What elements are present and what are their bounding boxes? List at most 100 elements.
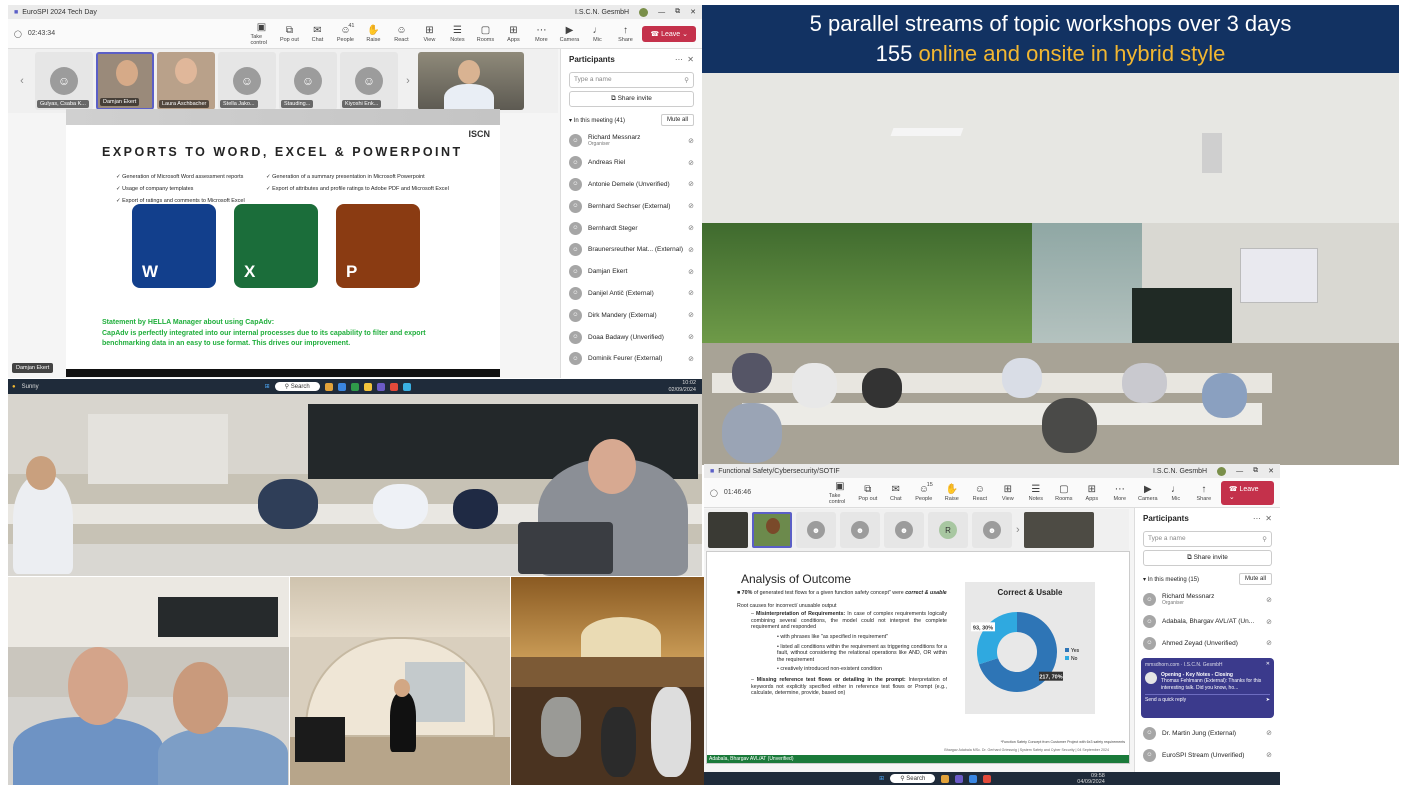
close-icon[interactable]: ✕	[1268, 467, 1274, 475]
tool-apps-button[interactable]: ⊞ Apps	[502, 25, 524, 43]
app-icon[interactable]	[402, 382, 411, 391]
taskbar-search[interactable]: ⚲ Search	[890, 774, 936, 783]
mic-off-icon[interactable]: ⊘	[688, 202, 694, 210]
participant-row[interactable]: ☺ Dirk Mandery (External) ⊘	[561, 304, 702, 326]
taskbar-search[interactable]: ⚲ Search	[274, 382, 320, 391]
app-icon[interactable]	[389, 382, 398, 391]
participant-row[interactable]: ☺ Braunersreuther Mat... (External) ⊘	[561, 239, 702, 261]
leave-button[interactable]: ☎ Leave ⌄	[642, 25, 696, 42]
participant-thumb[interactable]: ☺ Kiyoshi Enk...	[340, 52, 398, 110]
participant-thumb[interactable]: R	[928, 512, 968, 548]
quick-reply-field[interactable]: Send a quick reply ➤	[1145, 694, 1270, 704]
share-invite-button[interactable]: ⧉ Share invite	[1143, 550, 1272, 566]
mute-all-button[interactable]: Mute all	[1238, 573, 1272, 585]
tool-mic-button[interactable]: ♩ Mic	[1165, 484, 1187, 502]
tool-share-button[interactable]: ↑ Share	[1193, 484, 1215, 502]
participant-row[interactable]: ☺ Dominik Feurer (External) ⊘	[561, 348, 702, 370]
participant-search[interactable]: Type a name ⚲	[569, 72, 694, 88]
mic-off-icon[interactable]: ⊘	[1266, 751, 1272, 759]
restore-icon[interactable]: ⧉	[675, 8, 680, 16]
send-icon[interactable]: ➤	[1266, 697, 1270, 704]
app-icon[interactable]	[337, 382, 346, 391]
mic-off-icon[interactable]: ⊘	[688, 355, 694, 363]
tool-react-button[interactable]: ☺ React	[969, 484, 991, 502]
participant-thumb[interactable]: ☻	[840, 512, 880, 548]
tool-chat-button[interactable]: ✉ Chat	[306, 25, 328, 43]
participant-row[interactable]: ☺ Richard Messnarz Organiser ⊘	[1135, 589, 1280, 611]
mic-off-icon[interactable]: ⊘	[688, 159, 694, 167]
minimize-icon[interactable]: —	[1236, 468, 1243, 475]
tool-rooms-button[interactable]: ▢ Rooms	[1053, 484, 1075, 502]
participant-row[interactable]: ☺ Richard Messnarz Organiser ⊘	[561, 130, 702, 152]
tool-react-button[interactable]: ☺ React	[390, 25, 412, 43]
participant-row[interactable]: ☺ Bernhard Sechser (External) ⊘	[561, 195, 702, 217]
app-icon[interactable]	[324, 382, 333, 391]
tool-raise-button[interactable]: ✋ Raise	[362, 25, 384, 43]
participant-thumb[interactable]: ☺ Stauding...	[279, 52, 337, 110]
speaker-video[interactable]	[1023, 512, 1094, 548]
avatar[interactable]	[1217, 466, 1227, 476]
participant-thumb[interactable]: Laura Aschbacher	[157, 52, 215, 110]
mic-off-icon[interactable]: ⊘	[688, 180, 694, 188]
app-icon[interactable]	[363, 382, 372, 391]
video-tile[interactable]	[708, 512, 748, 548]
tool-people-button[interactable]: ☺ 15 People	[913, 482, 935, 502]
windows-start-icon[interactable]: ⊞	[879, 775, 884, 782]
notification-toast[interactable]: mmsdhorn.com · I.S.C.N. GesmbH Opening -…	[1141, 658, 1274, 719]
participant-thumb[interactable]: Damjan Ekert	[96, 52, 154, 110]
close-panel-icon[interactable]: ⋯ ✕	[675, 55, 694, 64]
tool-mic-button[interactable]: ♩ Mic	[586, 25, 608, 43]
mic-off-icon[interactable]: ⊘	[688, 246, 694, 254]
tool-view-button[interactable]: ⊞ View	[418, 25, 440, 43]
tool-more-button[interactable]: ⋯ More	[530, 25, 552, 43]
app-icon[interactable]	[941, 774, 950, 783]
app-icon[interactable]	[969, 774, 978, 783]
leave-button[interactable]: ☎ Leave ⌄	[1220, 480, 1274, 505]
tool-share-button[interactable]: ↑ Share	[614, 25, 636, 43]
minimize-icon[interactable]: —	[658, 9, 665, 16]
participant-row[interactable]: ☺ Doaa Badawy (Unverified) ⊘	[561, 326, 702, 348]
tool-chat-button[interactable]: ✉ Chat	[885, 484, 907, 502]
chevron-left-icon[interactable]: ‹	[12, 75, 32, 87]
close-toast-icon[interactable]: ✕	[1266, 661, 1270, 668]
teams-app-icon[interactable]	[376, 382, 385, 391]
close-panel-icon[interactable]: ⋯ ✕	[1253, 514, 1272, 523]
app-icon[interactable]	[983, 774, 992, 783]
tool-apps-button[interactable]: ⊞ Apps	[1081, 484, 1103, 502]
participant-thumb[interactable]: ☻	[796, 512, 836, 548]
tool-take-control-button[interactable]: ▣ Take control	[250, 22, 272, 46]
mute-all-button[interactable]: Mute all	[660, 114, 694, 126]
mic-off-icon[interactable]: ⊘	[688, 137, 694, 145]
mic-off-icon[interactable]: ⊘	[688, 311, 694, 319]
participant-thumb[interactable]: ☻	[972, 512, 1012, 548]
tool-camera-button[interactable]: ▶ Camera	[1137, 484, 1159, 502]
tool-take-control-button[interactable]: ▣ Take control	[829, 481, 851, 505]
participants-section[interactable]: ▾ In this meeting (41) Mute all	[561, 110, 702, 130]
mic-off-icon[interactable]: ⊘	[688, 289, 694, 297]
windows-start-icon[interactable]: ⊞	[265, 383, 270, 390]
participant-row[interactable]: ☺ Ahmed Zeyad (Unverified) ⊘	[1135, 633, 1280, 655]
video-tile-active[interactable]	[752, 512, 792, 548]
participant-row[interactable]: ☺ Andreas Riel ⊘	[561, 152, 702, 174]
restore-icon[interactable]: ⧉	[1253, 467, 1258, 475]
participant-row[interactable]: ☺ Bernhardt Steger ⊘	[561, 217, 702, 239]
participant-search[interactable]: Type a name ⚲	[1143, 531, 1272, 547]
participant-row[interactable]: ☺ Danijel Antič (External) ⊘	[561, 283, 702, 305]
participants-section[interactable]: ▾ In this meeting (15) Mute all	[1135, 569, 1280, 589]
avatar[interactable]	[639, 7, 649, 17]
mic-off-icon[interactable]: ⊘	[688, 333, 694, 341]
app-icon[interactable]	[350, 382, 359, 391]
tool-rooms-button[interactable]: ▢ Rooms	[474, 25, 496, 43]
chevron-right-icon[interactable]: ›	[1016, 524, 1020, 536]
participant-row[interactable]: ☺ EuroSPI Stream (Unverified) ⊘	[1135, 744, 1280, 766]
mic-off-icon[interactable]: ⊘	[688, 224, 694, 232]
participant-thumb[interactable]: ☻	[884, 512, 924, 548]
tool-view-button[interactable]: ⊞ View	[997, 484, 1019, 502]
mic-off-icon[interactable]: ⊘	[1266, 729, 1272, 737]
mic-off-icon[interactable]: ⊘	[688, 268, 694, 276]
mic-off-icon[interactable]: ⊘	[1266, 639, 1272, 647]
participant-row[interactable]: ☺ Damjan Ekert ⊘	[561, 261, 702, 283]
share-invite-button[interactable]: ⧉ Share invite	[569, 91, 694, 107]
participant-row[interactable]: ☺ Dr. Martin Jung (External) ⊘	[1135, 722, 1280, 744]
tool-camera-button[interactable]: ▶ Camera	[558, 25, 580, 43]
